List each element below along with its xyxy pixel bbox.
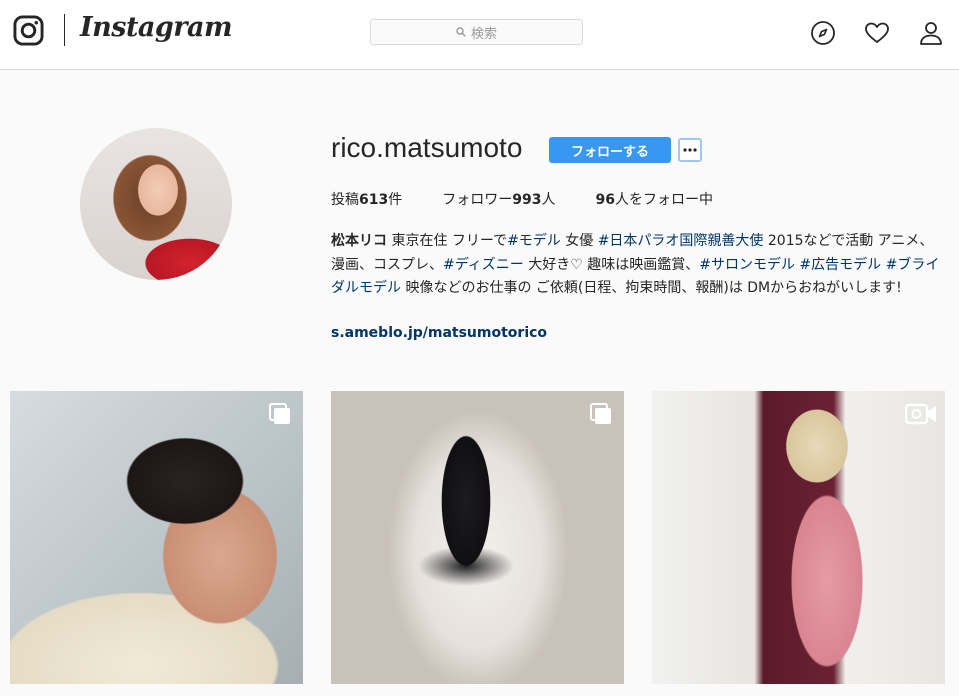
following-number: 96 <box>595 192 615 208</box>
bio-text: 東京在住 フリーで <box>387 233 508 249</box>
multiple-photos-icon <box>590 403 611 424</box>
post-thumbnail[interactable] <box>652 391 945 684</box>
logo-divider <box>64 14 65 46</box>
profile-stats: 投稿613件 フォロワー993人 96人をフォロー中 <box>331 189 753 209</box>
instagram-wordmark[interactable]: Instagram <box>80 12 233 43</box>
posts-count: 投稿613件 <box>331 189 402 209</box>
followers-number: 993 <box>512 192 542 208</box>
instagram-camera-icon[interactable] <box>13 15 44 46</box>
heart-icon[interactable] <box>864 20 890 46</box>
search-icon <box>456 27 466 37</box>
hashtag-link[interactable]: #日本パラオ国際親善大使 <box>598 233 764 249</box>
followers-count[interactable]: フォロワー993人 <box>442 189 555 209</box>
top-nav: Instagram 検索 <box>0 0 959 70</box>
hashtag-link[interactable]: #ディズニー <box>443 257 524 273</box>
profile-website-link[interactable]: s.ameblo.jp/matsumotorico <box>331 325 547 341</box>
hashtag-link[interactable]: #広告モデル <box>799 257 881 273</box>
posts-label: 投稿 <box>331 192 359 208</box>
profile-username: rico.matsumoto <box>331 132 523 163</box>
post-thumbnail[interactable] <box>10 391 303 684</box>
posts-suffix: 件 <box>388 192 403 208</box>
ellipsis-icon <box>683 148 697 152</box>
post-thumbnail[interactable] <box>331 391 624 684</box>
followers-suffix: 人 <box>541 192 556 208</box>
search-input[interactable]: 検索 <box>370 19 583 45</box>
profile-avatar[interactable] <box>80 128 232 280</box>
search-placeholder: 検索 <box>470 26 497 42</box>
following-count[interactable]: 96人をフォロー中 <box>595 189 712 209</box>
bio-text: 映像などのお仕事の ご依頼(日程、拘束時間、報酬)は DMからおねがいします! <box>401 280 902 296</box>
follow-button[interactable]: フォローする <box>549 137 671 163</box>
posts-number: 613 <box>359 192 389 208</box>
bio-full-name: 松本リコ <box>331 233 387 249</box>
following-label: 人をフォロー中 <box>614 192 713 208</box>
hashtag-link[interactable]: #サロンモデル <box>699 257 795 273</box>
person-icon[interactable] <box>918 20 944 46</box>
video-icon <box>905 403 936 425</box>
multiple-photos-icon <box>269 403 290 424</box>
profile-bio: 松本リコ 東京在住 フリーで#モデル 女優 #日本パラオ国際親善大使 2015な… <box>331 230 946 301</box>
more-options-button[interactable] <box>678 138 702 162</box>
bio-text: 大好き♡ 趣味は映画鑑賞、 <box>523 256 700 273</box>
bio-text: 女優 <box>560 233 598 249</box>
compass-icon[interactable] <box>810 20 836 46</box>
hashtag-link[interactable]: #モデル <box>507 233 561 249</box>
followers-label: フォロワー <box>442 192 513 208</box>
